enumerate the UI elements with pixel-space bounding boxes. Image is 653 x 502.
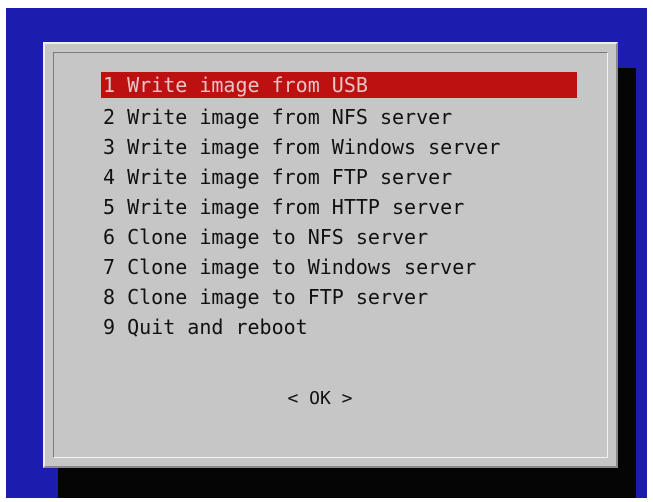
terminal-screen: 1 Write image from USB 2 Write image fro… [6,8,647,498]
ok-button[interactable]: < OK > [260,386,380,412]
menu-item-clone-ftp[interactable]: 8 Clone image to FTP server [101,282,577,312]
menu-item-write-ftp[interactable]: 4 Write image from FTP server [101,162,577,192]
menu-item-write-http[interactable]: 5 Write image from HTTP server [101,192,577,222]
menu-item-clone-windows[interactable]: 7 Clone image to Windows server [101,252,577,282]
menu-list: 1 Write image from USB 2 Write image fro… [101,72,577,342]
menu-item-clone-nfs[interactable]: 6 Clone image to NFS server [101,222,577,252]
menu-dialog: 1 Write image from USB 2 Write image fro… [43,42,618,468]
menu-item-write-nfs[interactable]: 2 Write image from NFS server [101,102,577,132]
menu-item-quit-reboot[interactable]: 9 Quit and reboot [101,312,577,342]
menu-item-write-windows[interactable]: 3 Write image from Windows server [101,132,577,162]
menu-item-write-usb[interactable]: 1 Write image from USB [101,72,577,98]
